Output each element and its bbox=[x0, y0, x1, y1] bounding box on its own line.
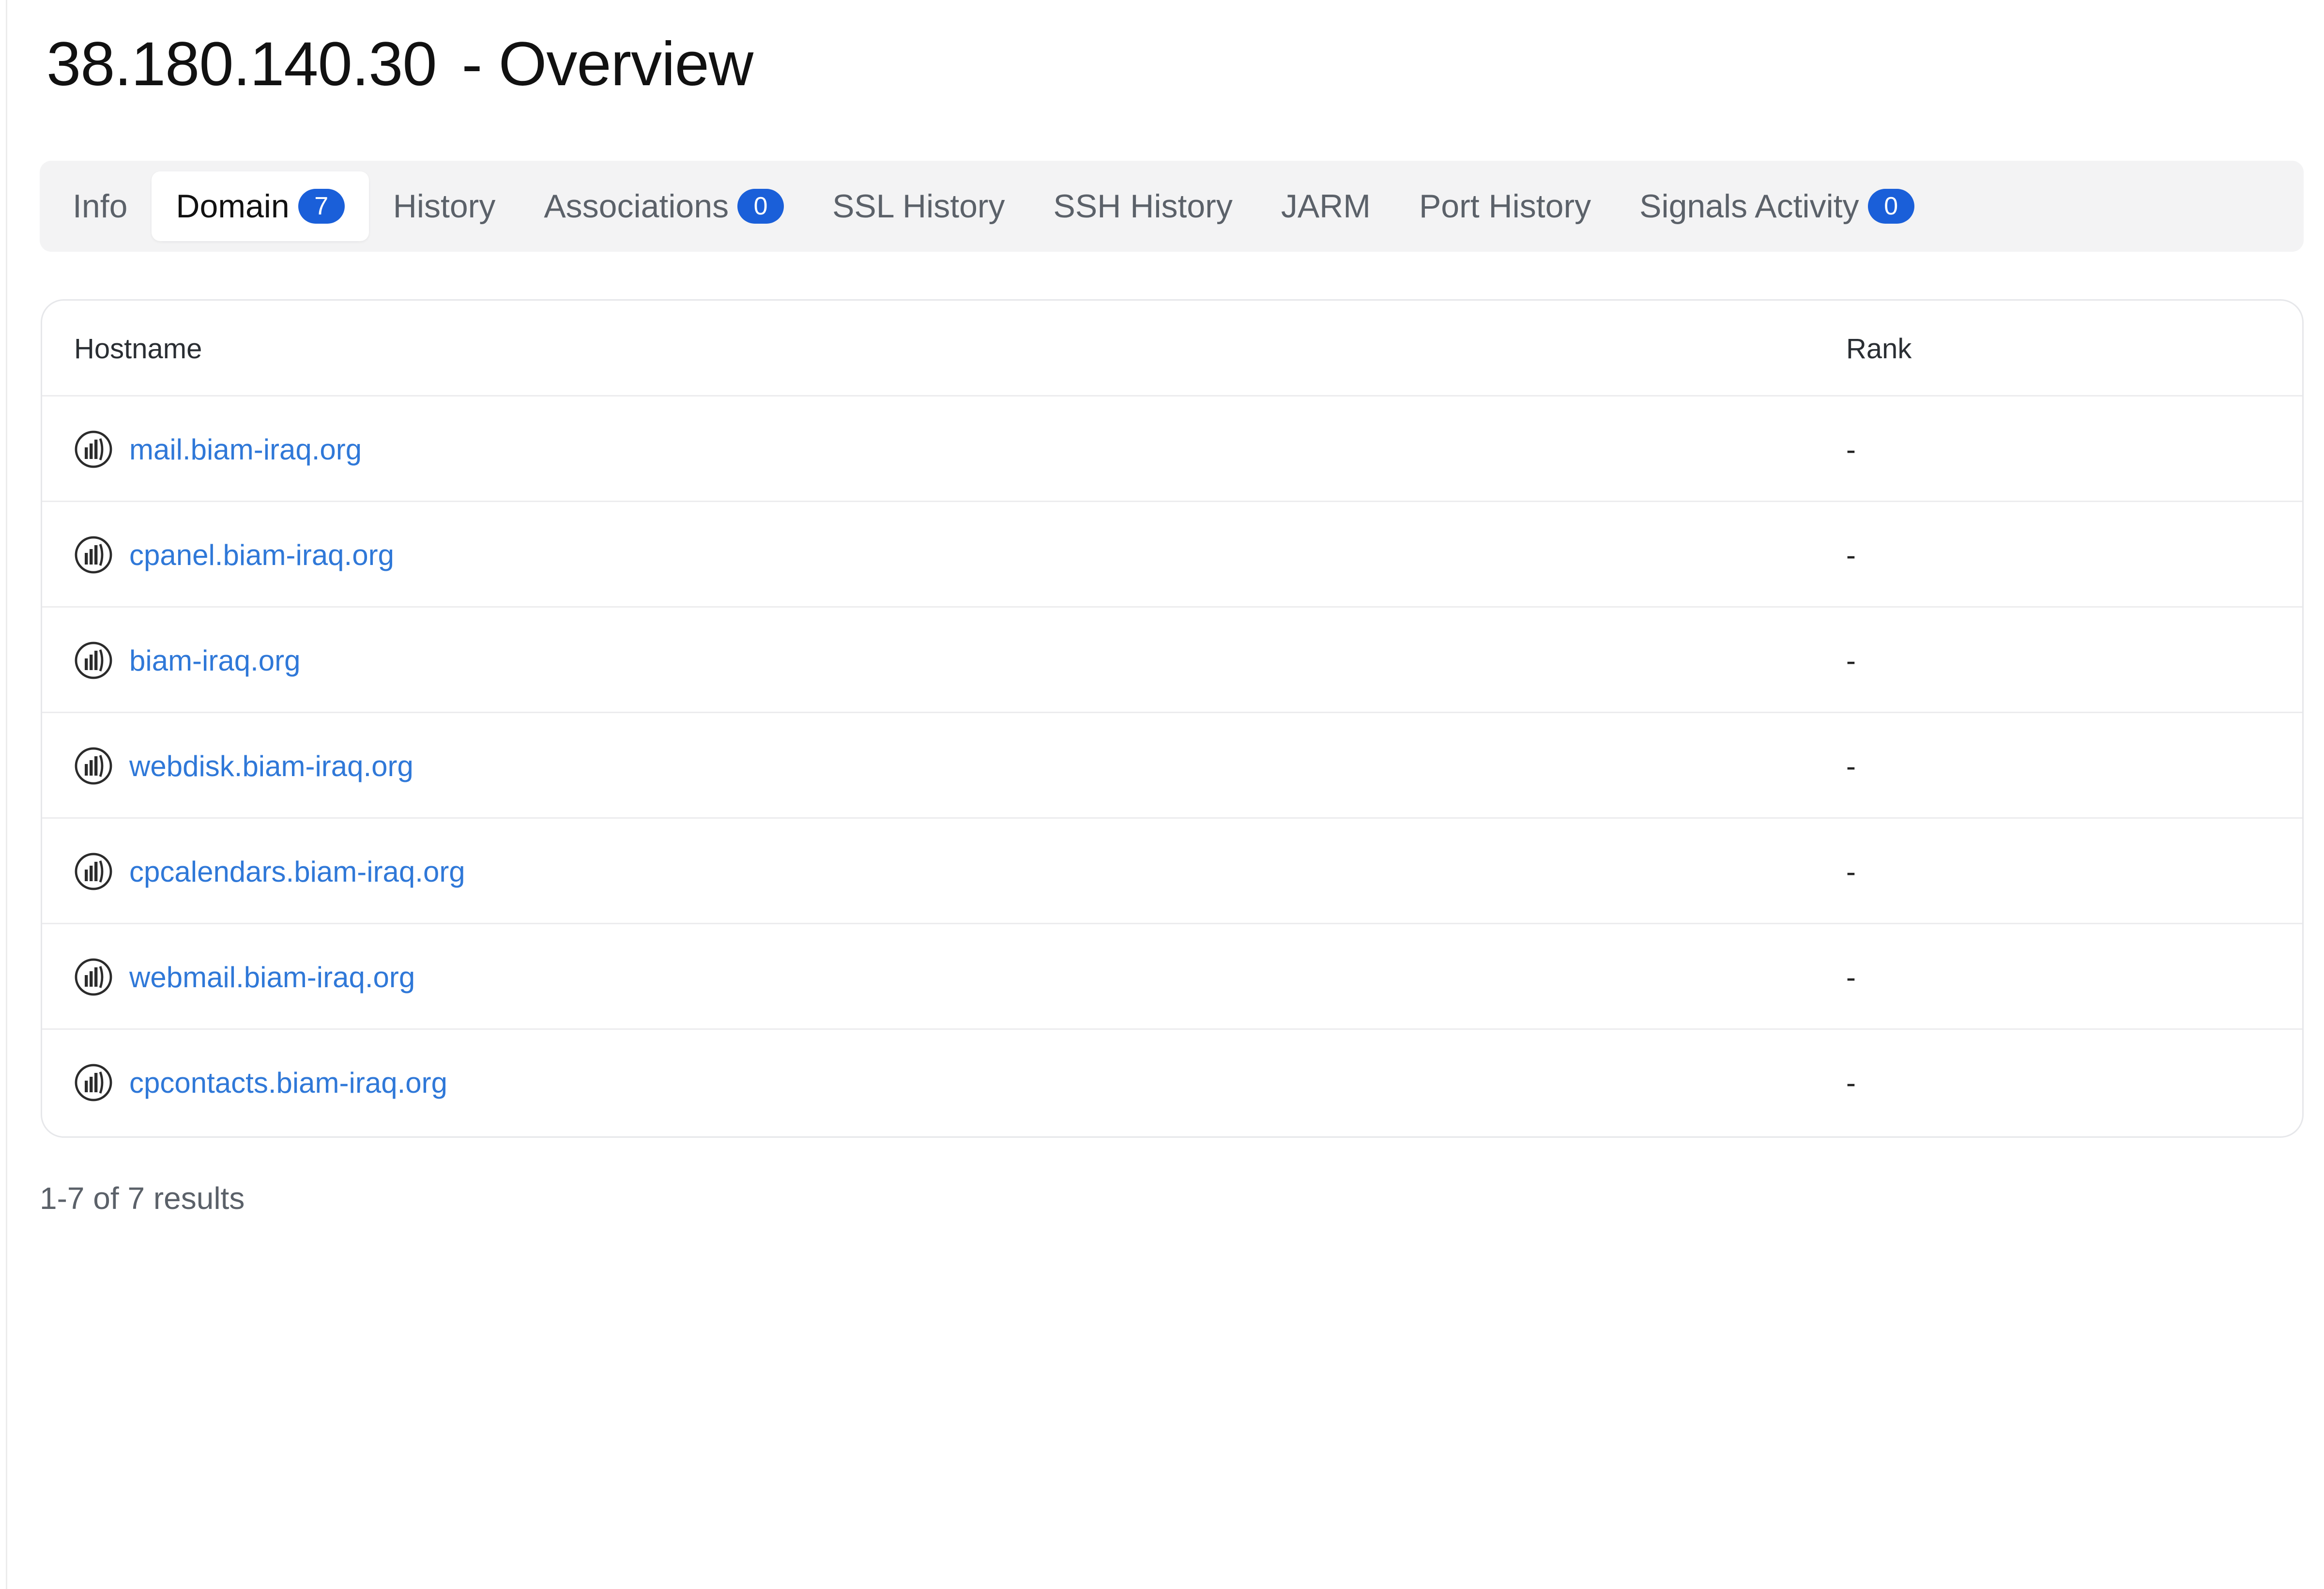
left-divider bbox=[6, 0, 7, 1589]
domain-icon bbox=[75, 958, 112, 996]
tab-associations[interactable]: Associations 0 bbox=[520, 171, 808, 241]
rank-value: - bbox=[1846, 961, 1856, 993]
tab-history[interactable]: History bbox=[369, 171, 520, 241]
domain-icon bbox=[75, 536, 112, 574]
tab-info[interactable]: Info bbox=[48, 171, 152, 241]
tab-label: Domain bbox=[176, 188, 290, 225]
column-header-rank[interactable]: Rank bbox=[1846, 301, 1911, 397]
tab-label: Associations bbox=[544, 188, 729, 225]
overview-title: - Overview bbox=[461, 29, 754, 99]
rank-value: - bbox=[1846, 855, 1856, 888]
table-row: cpcalendars.biam-iraq.org - bbox=[42, 819, 2302, 924]
hostname-link[interactable]: mail.biam-iraq.org bbox=[129, 397, 362, 502]
ip-address-title: 38.180.140.30 bbox=[46, 29, 437, 99]
domain-icon bbox=[75, 853, 112, 890]
column-header-hostname[interactable]: Hostname bbox=[74, 301, 202, 397]
tab-label: History bbox=[393, 188, 496, 225]
table-row: webmail.biam-iraq.org - bbox=[42, 924, 2302, 1030]
tab-label: SSH History bbox=[1053, 188, 1233, 225]
tab-ssh-history[interactable]: SSH History bbox=[1029, 171, 1257, 241]
tab-signals-activity[interactable]: Signals Activity 0 bbox=[1615, 171, 1939, 241]
table-body: mail.biam-iraq.org - cpanel.biam-iraq.or… bbox=[42, 397, 2302, 1135]
domain-icon bbox=[75, 430, 112, 468]
rank-value: - bbox=[1846, 749, 1856, 782]
table-row: cpanel.biam-iraq.org - bbox=[42, 502, 2302, 608]
table-row: cpcontacts.biam-iraq.org - bbox=[42, 1030, 2302, 1135]
rank-value: - bbox=[1846, 433, 1856, 466]
tab-label: JARM bbox=[1281, 188, 1371, 225]
table-row: mail.biam-iraq.org - bbox=[42, 397, 2302, 502]
tab-jarm[interactable]: JARM bbox=[1257, 171, 1395, 241]
tab-label: Signals Activity bbox=[1639, 188, 1859, 225]
table-row: webdisk.biam-iraq.org - bbox=[42, 713, 2302, 819]
rank-value: - bbox=[1846, 644, 1856, 677]
tab-bar: Info Domain 7 History Associations 0 SSL… bbox=[40, 161, 2304, 252]
hostname-link[interactable]: webdisk.biam-iraq.org bbox=[129, 713, 413, 819]
tab-label: Port History bbox=[1419, 188, 1591, 225]
hostname-link[interactable]: cpcontacts.biam-iraq.org bbox=[129, 1030, 447, 1135]
table-row: biam-iraq.org - bbox=[42, 608, 2302, 713]
domain-icon bbox=[75, 747, 112, 785]
rank-value: - bbox=[1846, 538, 1856, 571]
count-badge: 7 bbox=[298, 189, 345, 224]
tab-ssl-history[interactable]: SSL History bbox=[808, 171, 1029, 241]
tab-label: Info bbox=[73, 188, 128, 225]
hostname-link[interactable]: biam-iraq.org bbox=[129, 608, 300, 713]
domain-table: Hostname Rank mail.biam-iraq.org - cpane… bbox=[41, 299, 2304, 1138]
tab-label: SSL History bbox=[832, 188, 1005, 225]
hostname-link[interactable]: cpcalendars.biam-iraq.org bbox=[129, 819, 465, 924]
hostname-link[interactable]: webmail.biam-iraq.org bbox=[129, 924, 415, 1030]
rank-value: - bbox=[1846, 1066, 1856, 1099]
hostname-link[interactable]: cpanel.biam-iraq.org bbox=[129, 502, 394, 608]
count-badge: 0 bbox=[737, 189, 784, 224]
tab-domain[interactable]: Domain 7 bbox=[152, 171, 369, 241]
count-badge: 0 bbox=[1867, 189, 1914, 224]
page: 38.180.140.30 - Overview Info Domain 7 H… bbox=[0, 0, 2324, 1589]
domain-icon bbox=[75, 1064, 112, 1101]
domain-icon bbox=[75, 642, 112, 679]
table-header: Hostname Rank bbox=[42, 301, 2302, 397]
results-summary: 1-7 of 7 results bbox=[40, 1181, 245, 1216]
page-title: 38.180.140.30 - Overview bbox=[46, 20, 753, 107]
tab-port-history[interactable]: Port History bbox=[1395, 171, 1615, 241]
